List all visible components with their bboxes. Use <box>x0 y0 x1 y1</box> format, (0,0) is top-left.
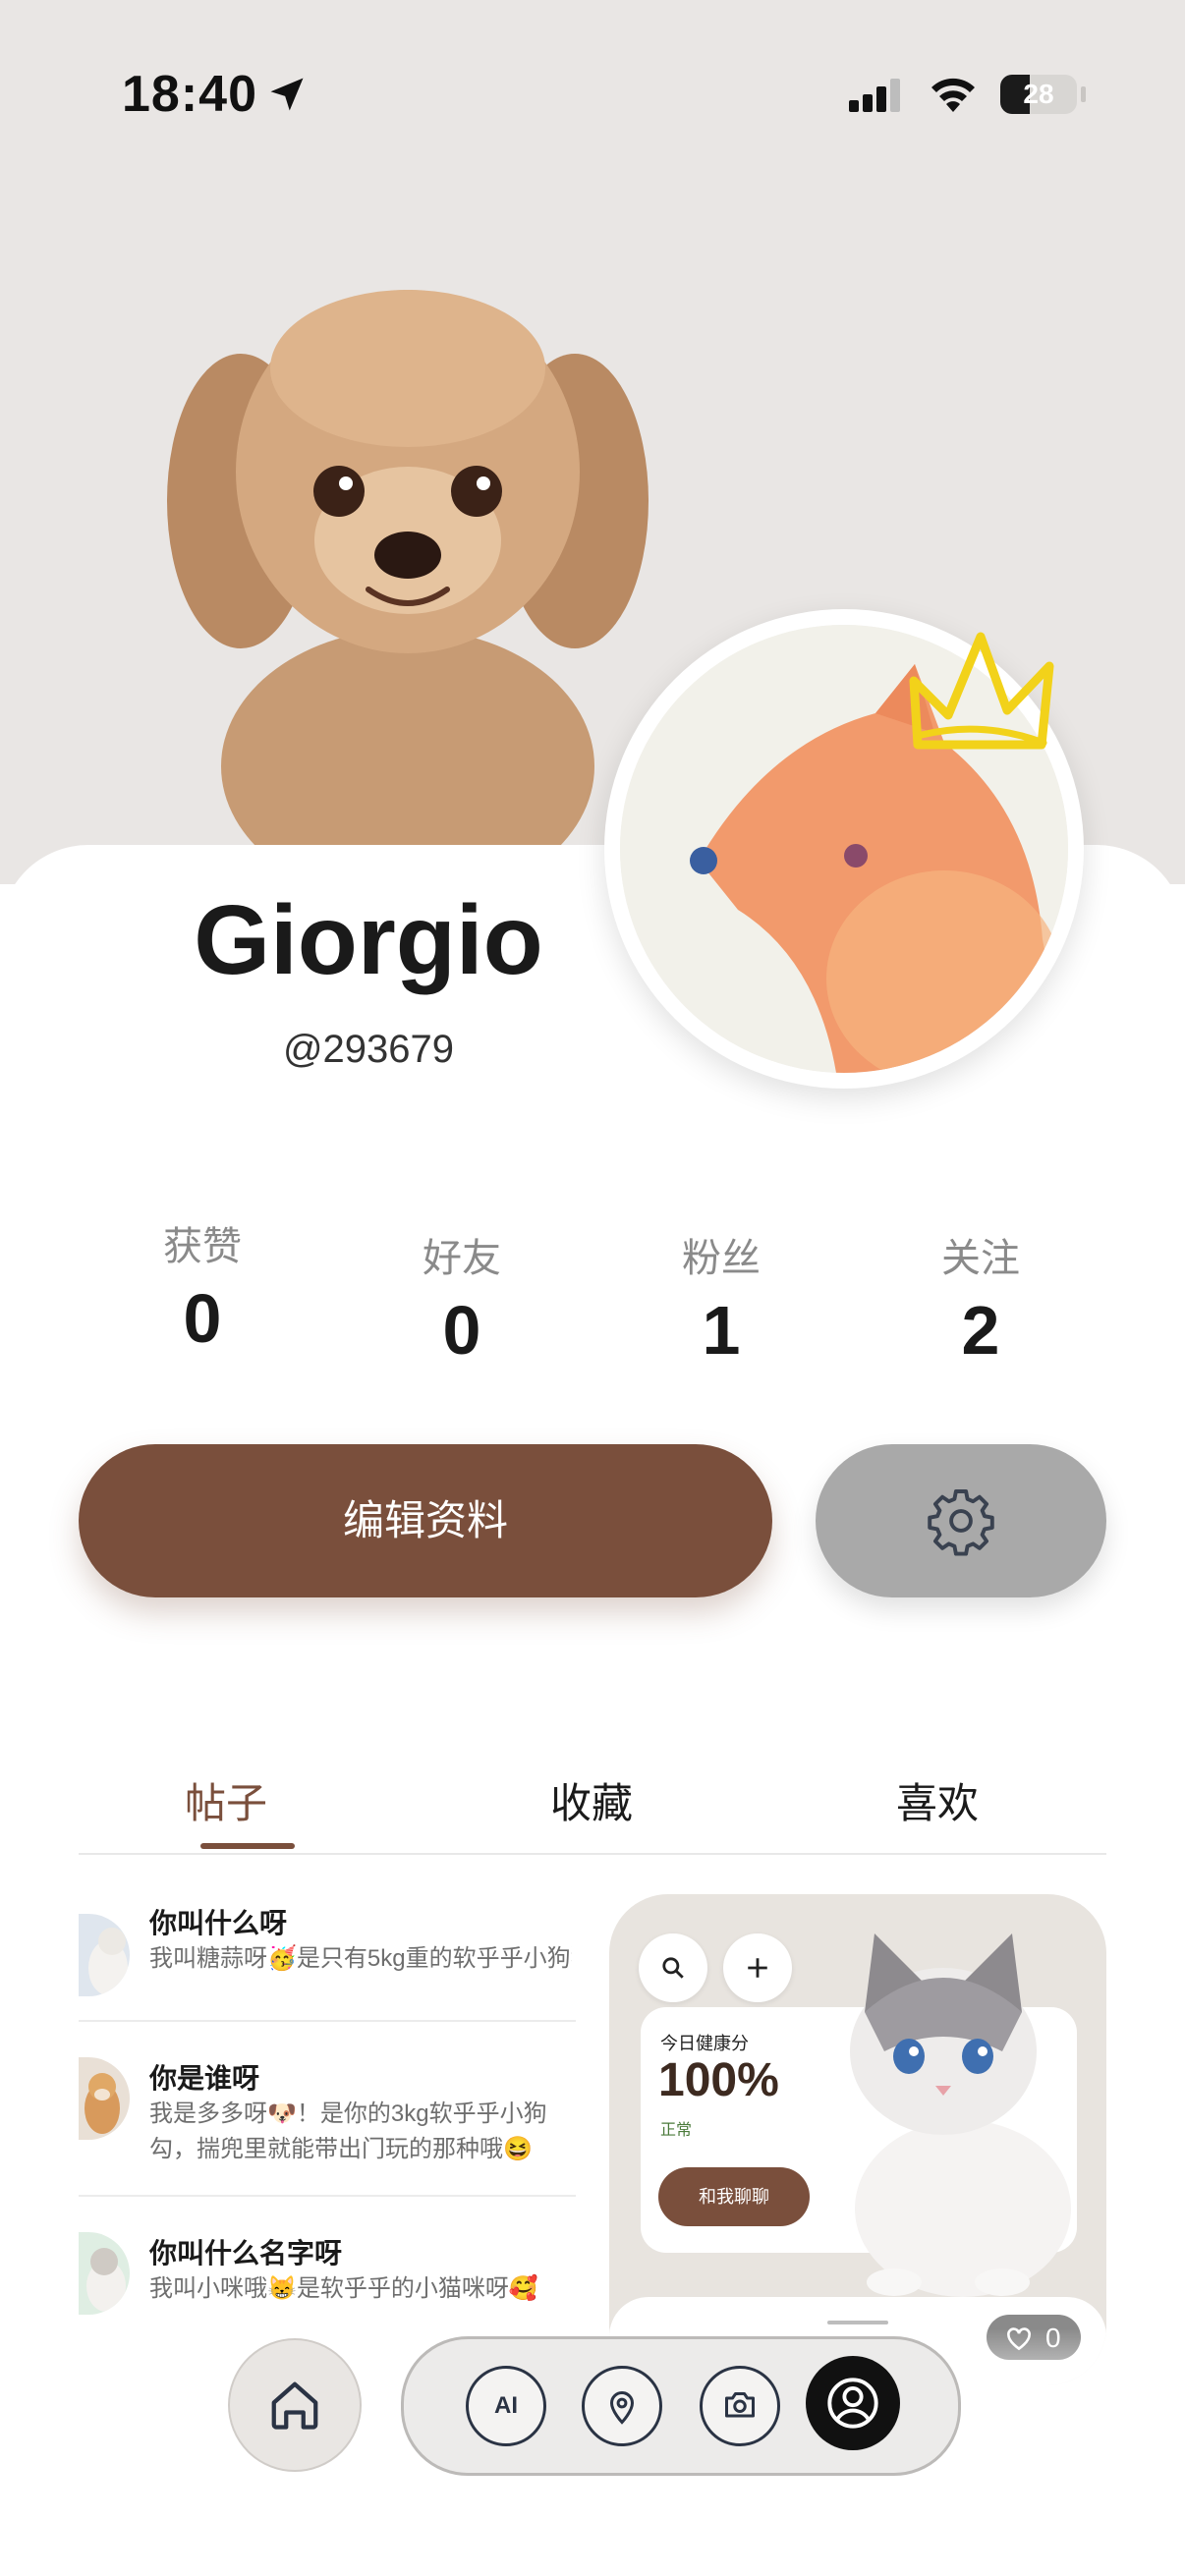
stat-value: 0 <box>442 1292 481 1369</box>
stat-label: 粉丝 <box>682 1237 761 1280</box>
gear-icon <box>928 1489 994 1556</box>
divider <box>79 2195 576 2197</box>
stat-value: 2 <box>961 1292 1000 1369</box>
post-thumbnail <box>79 1914 130 1996</box>
post-body: 我是多多呀🐶！是你的3kg软乎乎小狗勾，揣兜里就能带出门玩的那种哦😆 <box>149 2100 547 2162</box>
nav-home-button[interactable] <box>228 2338 362 2472</box>
cat-thumbnail-image <box>79 1914 130 1996</box>
stat-likes[interactable]: 获赞 0 <box>104 1214 301 1358</box>
nav-camera-button[interactable] <box>700 2366 780 2446</box>
battery-tip <box>1081 86 1086 102</box>
cat-illustration <box>850 1933 1071 2297</box>
tab-posts[interactable]: 帖子 <box>128 1770 324 1830</box>
stat-label: 关注 <box>941 1237 1020 1280</box>
stat-label: 获赞 <box>163 1225 242 1268</box>
list-item[interactable]: 你叫什么呀 我叫糖蒜呀🥳是只有5kg重的软乎乎小狗狗哦 <box>79 1902 576 2000</box>
preview-search-button <box>639 1933 707 2002</box>
post-title: 你叫什么名字呀 <box>149 2238 343 2268</box>
camera-icon <box>725 2392 755 2418</box>
wifi-icon <box>931 78 975 112</box>
tab-favorites[interactable]: 收藏 <box>493 1770 690 1830</box>
active-tab-indicator <box>200 1843 295 1849</box>
cellular-signal-icon <box>849 79 900 112</box>
location-pin-icon <box>609 2391 635 2425</box>
stat-value: 0 <box>183 1280 222 1357</box>
search-icon <box>662 1957 684 1979</box>
health-score: 100% <box>658 2054 779 2106</box>
status-time: 18:40 <box>122 66 257 123</box>
chat-with-me-button: 和我聊聊 <box>658 2167 810 2226</box>
divider <box>79 2020 576 2022</box>
nav-profile-button[interactable] <box>806 2356 900 2450</box>
list-item[interactable]: 你是谁呀 我是多多呀🐶！是你的3kg软乎乎小狗勾，揣兜里就能带出门玩的那种哦😆 <box>79 2057 576 2185</box>
settings-button[interactable] <box>816 1444 1106 1597</box>
profile-name: Giorgio <box>194 885 543 995</box>
nav-map-button[interactable] <box>582 2366 662 2446</box>
preview-add-button <box>723 1933 792 2002</box>
health-state: 正常 <box>660 2122 693 2139</box>
dog-illustration <box>167 290 649 845</box>
post-thumbnail <box>79 2057 130 2140</box>
post-preview-card[interactable]: 今日健康分 100% 正常 和我聊聊 <box>609 1894 1106 2385</box>
battery-percent: 28 <box>1023 79 1054 109</box>
stat-friends[interactable]: 好友 0 <box>364 1226 560 1370</box>
content-tabs: 帖子 收藏 喜欢 <box>79 1759 1106 1855</box>
post-title: 你叫什么呀 <box>149 1908 288 1938</box>
post-body: 我叫糖蒜呀🥳是只有5kg重的软乎乎小狗狗哦 <box>149 1945 572 1972</box>
health-label: 今日健康分 <box>660 2034 749 2053</box>
plus-icon <box>748 1958 767 1978</box>
crown-icon <box>909 632 1054 750</box>
dog-thumbnail-image <box>79 2057 130 2140</box>
edit-profile-button[interactable]: 编辑资料 <box>79 1444 772 1597</box>
profile-handle: @293679 <box>282 1028 455 1071</box>
battery-indicator: 28 <box>1000 75 1077 114</box>
location-arrow-icon <box>270 78 304 111</box>
sheet-handle <box>827 2321 888 2324</box>
post-thumbnail <box>79 2232 130 2315</box>
post-title: 你是谁呀 <box>149 2063 260 2094</box>
cat-thumbnail-image <box>79 2232 130 2315</box>
post-body: 我叫小咪哦😸是软乎乎的小猫咪呀🥰 <box>149 2275 538 2302</box>
list-item[interactable]: 你叫什么名字呀 我叫小咪哦😸是软乎乎的小猫咪呀🥰 <box>79 2232 576 2330</box>
stat-label: 好友 <box>423 1237 501 1280</box>
stat-followers[interactable]: 粉丝 1 <box>623 1226 819 1370</box>
tab-likes[interactable]: 喜欢 <box>839 1770 1036 1830</box>
stat-value: 1 <box>702 1292 741 1369</box>
home-icon <box>271 2381 318 2430</box>
user-icon <box>827 2378 878 2429</box>
stat-following[interactable]: 关注 2 <box>882 1226 1079 1370</box>
nav-ai-button[interactable]: AI <box>466 2366 546 2446</box>
